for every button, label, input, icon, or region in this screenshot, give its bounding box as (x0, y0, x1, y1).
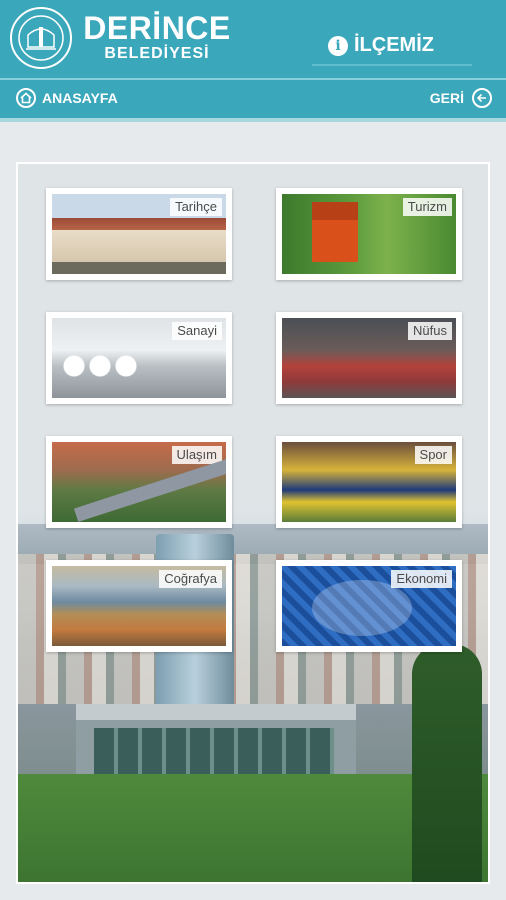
tile-label: Ekonomi (391, 570, 452, 589)
tile-label: Tarihçe (170, 198, 222, 217)
home-label: ANASAYFA (42, 90, 118, 106)
brand-logo-text: DERİNCE BELEDİYESİ (82, 12, 232, 62)
tile-turizm[interactable]: Turizm (276, 188, 462, 280)
content-panel: Tarihçe Turizm Sanayi Nüfus Ulaşım Spor … (16, 162, 490, 884)
section-title-text: İLÇEMİZ (354, 34, 434, 56)
tile-label: Nüfus (408, 322, 452, 341)
tile-label: Turizm (402, 198, 452, 217)
tile-cografya-image: Coğrafya (52, 566, 226, 646)
tile-ulasim[interactable]: Ulaşım (46, 436, 232, 528)
tile-sanayi-image: Sanayi (52, 318, 226, 398)
section-title-underline (312, 64, 472, 66)
municipality-seal-logo (10, 7, 72, 69)
tile-spor-image: Spor (282, 442, 456, 522)
tile-ekonomi-image: Ekonomi (282, 566, 456, 646)
info-icon: i (328, 35, 348, 56)
tile-cografya[interactable]: Coğrafya (46, 560, 232, 652)
arrow-left-icon (472, 88, 492, 108)
tile-ulasim-image: Ulaşım (52, 442, 226, 522)
brand-subtitle: BELEDİYESİ (104, 45, 210, 62)
tile-tarihce[interactable]: Tarihçe (46, 188, 232, 280)
tile-label: Spor (414, 446, 452, 465)
section-title: i İLÇEMİZ (328, 34, 434, 57)
back-button[interactable]: GERİ (430, 88, 492, 108)
home-icon (16, 88, 36, 108)
tile-spor[interactable]: Spor (276, 436, 462, 528)
back-label: GERİ (429, 90, 464, 106)
nav-bar: ANASAYFA GERİ (0, 80, 506, 122)
home-button[interactable]: ANASAYFA (16, 88, 118, 108)
tile-turizm-image: Turizm (282, 194, 456, 274)
tile-tarihce-image: Tarihçe (52, 194, 226, 274)
brand-name: DERİNCE (83, 10, 231, 46)
tile-label: Sanayi (172, 322, 222, 341)
tile-nufus-image: Nüfus (282, 318, 456, 398)
app-header: DERİNCE BELEDİYESİ i İLÇEMİZ (0, 0, 506, 78)
tile-nufus[interactable]: Nüfus (276, 312, 462, 404)
tile-label: Ulaşım (171, 446, 222, 465)
tile-sanayi[interactable]: Sanayi (46, 312, 232, 404)
tile-label: Coğrafya (159, 570, 222, 589)
tile-ekonomi[interactable]: Ekonomi (276, 560, 462, 652)
